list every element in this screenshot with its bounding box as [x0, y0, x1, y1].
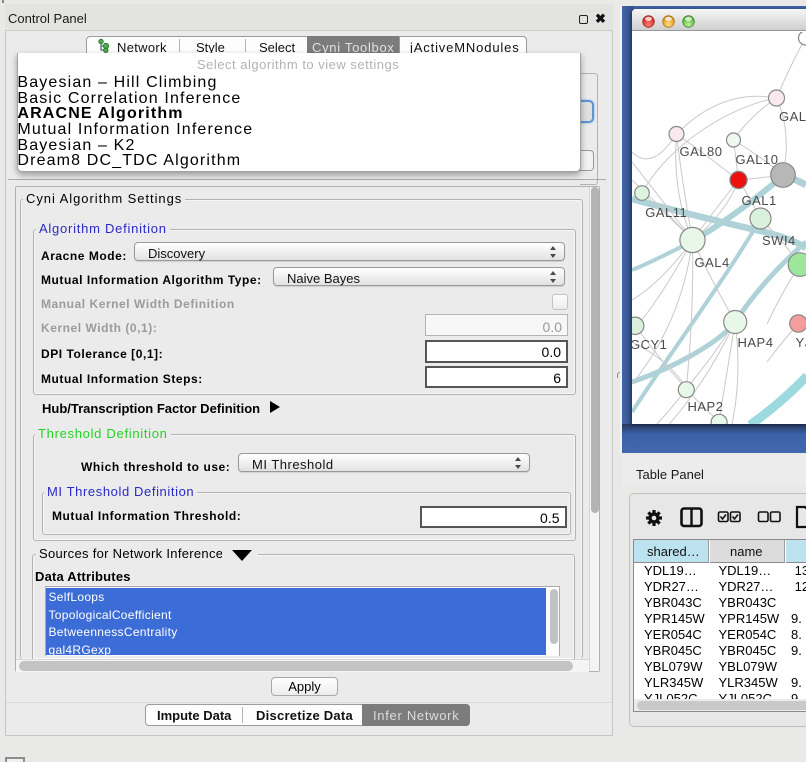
svg-text:HAP4: HAP4 — [738, 335, 774, 350]
svg-text:GAL4: GAL4 — [695, 255, 730, 270]
svg-text:GAL11: GAL11 — [645, 205, 687, 220]
svg-text:GAL2: GAL2 — [779, 109, 806, 124]
svg-text:GCY1: GCY1 — [632, 337, 667, 352]
svg-text:HAP2: HAP2 — [688, 399, 724, 414]
svg-text:GAL1: GAL1 — [742, 193, 777, 208]
svg-text:SWI4: SWI4 — [762, 233, 796, 248]
svg-text:GAL10: GAL10 — [736, 152, 779, 167]
svg-text:GAL80: GAL80 — [680, 144, 723, 159]
svg-text:YJ: YJ — [796, 335, 806, 350]
